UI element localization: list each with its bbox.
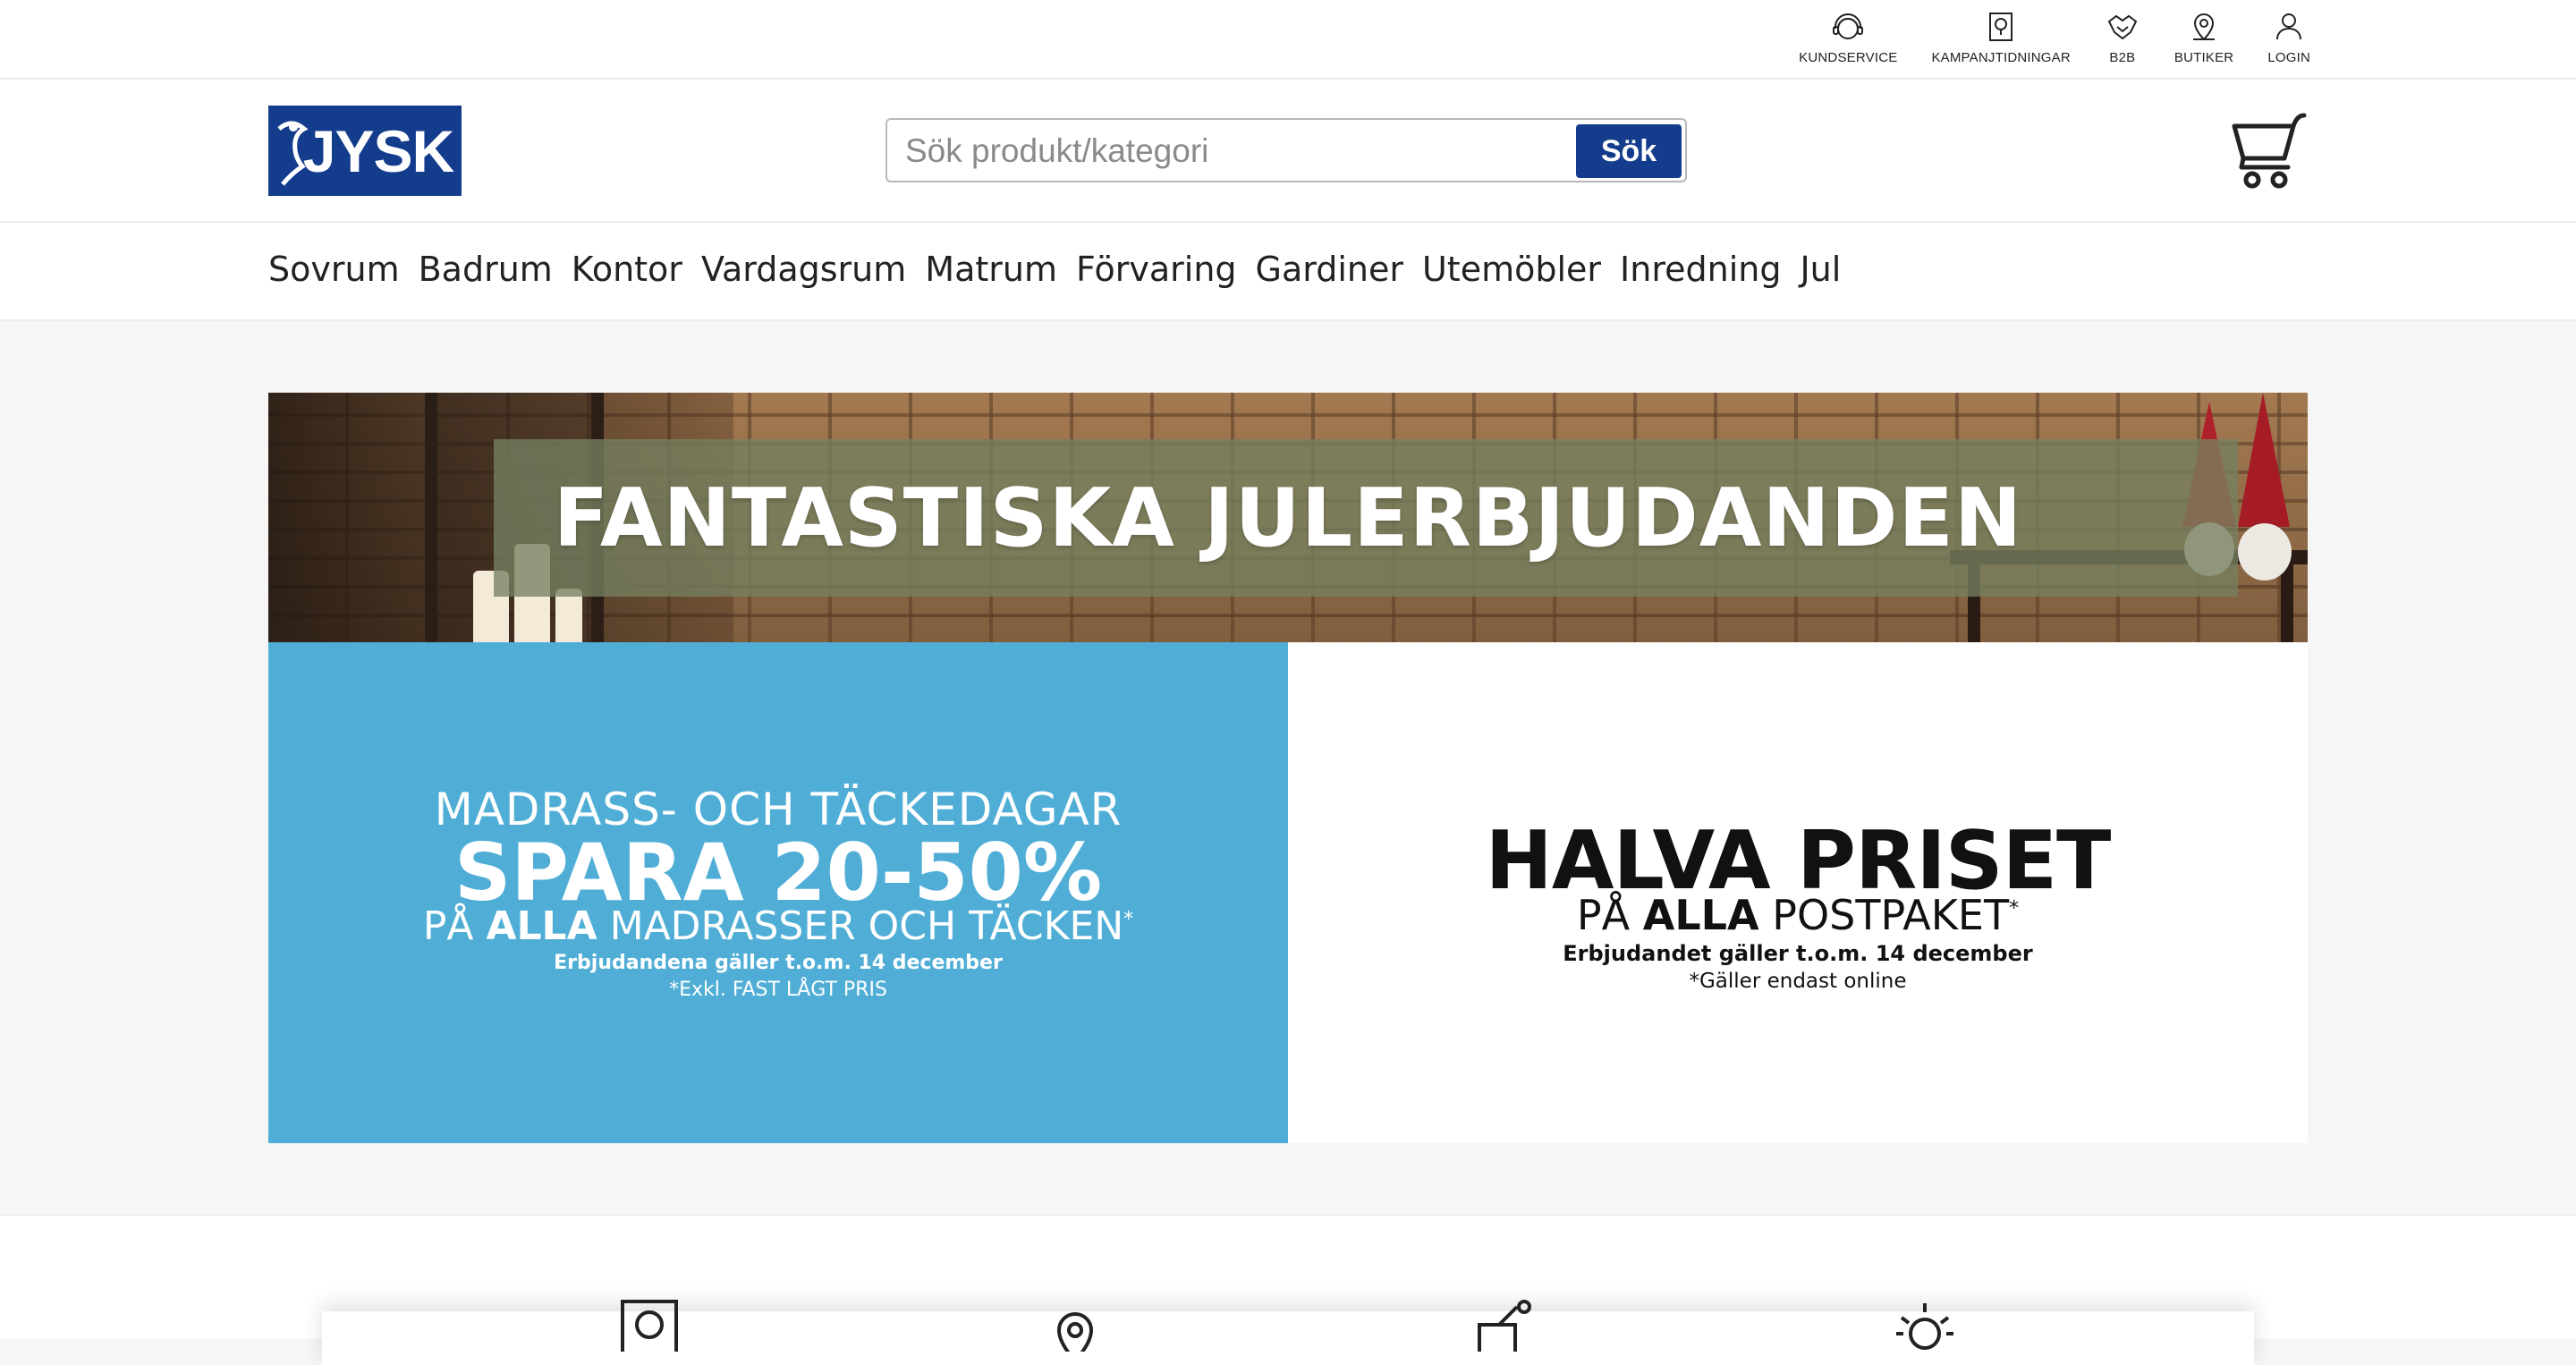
cart-icon[interactable] [2227,110,2308,191]
user-icon [2276,13,2302,40]
catalog-icon [1989,13,2013,41]
utility-kundservice[interactable]: KUNDSERVICE [1799,9,1897,65]
utility-label: LOGIN [2267,50,2310,65]
main-nav: Sovrum Badrum Kontor Vardagsrum Matrum F… [0,223,2576,321]
promo-subtitle: PÅ ALLA POSTPAKET* [1576,891,2020,939]
utility-bar: KUNDSERVICE KAMPANJTIDNINGAR B2B BUTIKER… [0,0,2576,80]
utility-label: KAMPANJTIDNINGAR [1931,50,2071,65]
customer-service-icon [1833,13,1864,39]
delivery-icon[interactable] [1472,1298,1537,1352]
search-button[interactable]: Sök [1576,124,1682,178]
christmas-deals-banner[interactable]: FANTASTISKA JULERBJUDANDEN [268,393,2308,642]
nav-item-badrum[interactable]: Badrum [419,250,553,289]
store-location-icon [2193,13,2216,41]
nav-item-forvaring[interactable]: Förvaring [1076,250,1237,289]
handshake-icon [2107,14,2138,40]
utility-kampanjtidningar[interactable]: KAMPANJTIDNINGAR [1931,9,2071,65]
utility-login[interactable]: LOGIN [2267,9,2310,65]
nav-item-utemobler[interactable]: Utemöbler [1422,250,1601,289]
promo-validity: Erbjudandet gäller t.o.m. 14 december [1563,941,2033,966]
nav-item-vardagsrum[interactable]: Vardagsrum [701,250,906,289]
nav-item-sovrum[interactable]: Sovrum [268,250,400,289]
nav-item-matrum[interactable]: Matrum [925,250,1057,289]
banner-headline: FANTASTISKA JULERBJUDANDEN [553,471,2023,565]
utility-nav: KUNDSERVICE KAMPANJTIDNINGAR B2B BUTIKER… [1765,9,2310,65]
site-header: JYSK Sök [0,80,2576,223]
service-strip [0,1214,2576,1365]
nav-item-kontor[interactable]: Kontor [572,250,682,289]
promo-validity: Erbjudandena gäller t.o.m. 14 december [554,952,1003,974]
promo-footnote: *Gäller endast online [1689,970,1907,993]
mattress-promo-banner[interactable]: MADRASS- OCH TÄCKEDAGAR SPARA 20-50% PÅ … [268,642,1288,1143]
nav-item-jul[interactable]: Jul [1800,250,1841,289]
location-pin-icon[interactable] [1043,1298,1107,1352]
sun-icon[interactable] [1893,1298,1957,1352]
promo-footnote: *Exkl. FAST LÅGT PRIS [669,979,887,1001]
utility-label: KUNDSERVICE [1799,50,1898,65]
utility-b2b[interactable]: B2B [2105,9,2140,65]
logo-text: JYSK [302,117,454,184]
search-bar: Sök [886,118,1687,182]
nav-item-gardiner[interactable]: Gardiner [1256,250,1403,289]
utility-label: B2B [2109,50,2136,65]
half-price-promo-banner[interactable]: HALVA PRISET PÅ ALLA POSTPAKET* Erbjudan… [1288,642,2308,1143]
search-input[interactable] [903,127,1560,175]
promo-subtitle: PÅ ALLA MADRASSER OCH TÄCKEN* [422,903,1134,949]
bird-logo-icon [277,121,309,186]
jysk-logo[interactable]: JYSK [268,106,462,196]
utility-butiker[interactable]: BUTIKER [2174,9,2233,65]
utility-label: BUTIKER [2174,50,2234,65]
nav-item-inredning[interactable]: Inredning [1620,250,1781,289]
catalog-icon[interactable] [619,1298,683,1352]
